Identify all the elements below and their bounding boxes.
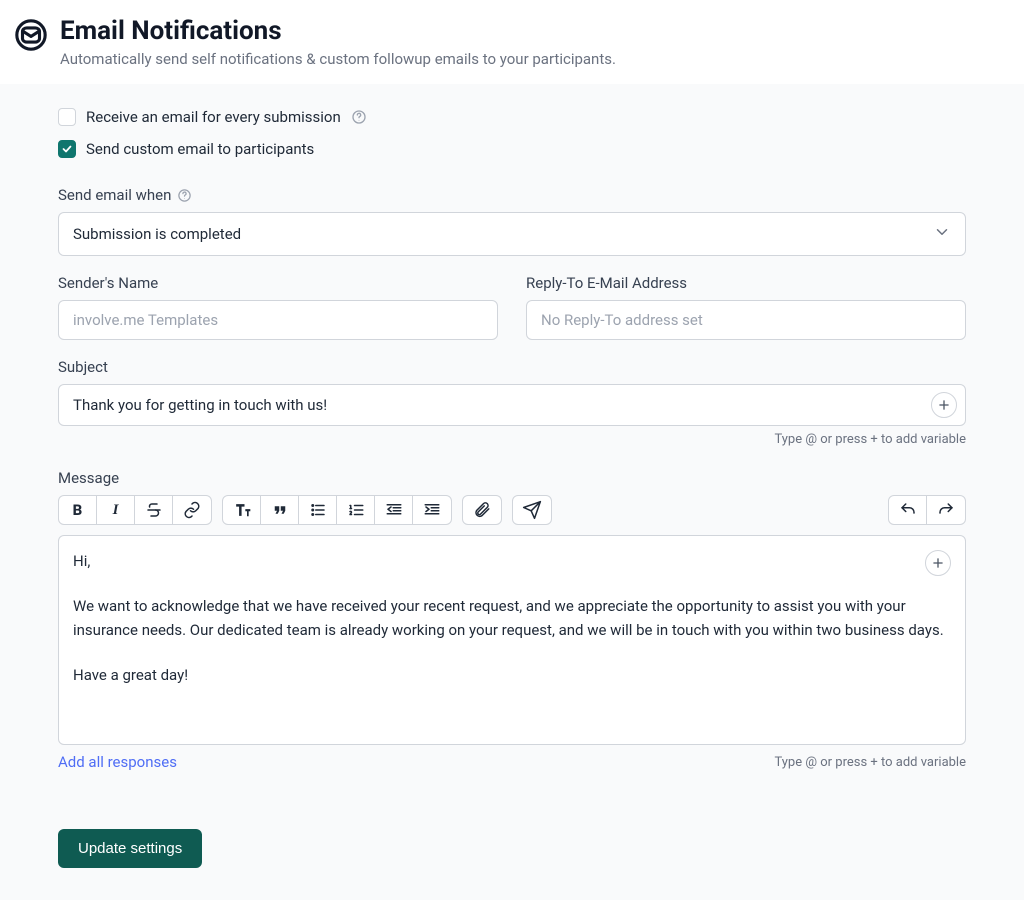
page-subtitle: Automatically send self notifications & … <box>60 50 616 68</box>
undo-button[interactable] <box>889 496 927 524</box>
subject-hint: Type @ or press + to add variable <box>58 432 966 447</box>
message-line: Hi, <box>73 550 951 573</box>
message-line: We want to acknowledge that we have rece… <box>73 595 951 642</box>
editor-toolbar: B I <box>58 495 966 525</box>
form-area: Receive an email for every submission Se… <box>0 84 1024 900</box>
attachment-button[interactable] <box>463 496 501 524</box>
chevron-down-icon <box>933 223 951 245</box>
outdent-button[interactable] <box>375 496 413 524</box>
send-when-value: Submission is completed <box>73 225 241 243</box>
reply-to-label: Reply-To E-Mail Address <box>526 274 966 292</box>
send-when-select[interactable]: Submission is completed <box>58 212 966 256</box>
text-size-button[interactable] <box>223 496 261 524</box>
message-label: Message <box>58 469 966 487</box>
bullet-list-button[interactable] <box>299 496 337 524</box>
reply-to-input[interactable]: No Reply-To address set <box>526 300 966 340</box>
page-header: Email Notifications Automatically send s… <box>0 0 1024 84</box>
bold-button[interactable]: B <box>59 496 97 524</box>
help-icon[interactable] <box>177 188 192 203</box>
italic-button[interactable]: I <box>97 496 135 524</box>
mail-icon <box>14 18 48 56</box>
redo-button[interactable] <box>927 496 965 524</box>
send-test-button[interactable] <box>513 496 551 524</box>
add-variable-button[interactable] <box>931 392 957 418</box>
subject-value: Thank you for getting in touch with us! <box>73 396 931 414</box>
message-line: Have a great day! <box>73 664 951 687</box>
link-button[interactable] <box>173 496 211 524</box>
add-all-responses-link[interactable]: Add all responses <box>58 753 177 771</box>
quote-button[interactable] <box>261 496 299 524</box>
subject-input[interactable]: Thank you for getting in touch with us! <box>58 384 966 426</box>
help-icon[interactable] <box>351 109 367 125</box>
message-hint: Type @ or press + to add variable <box>774 755 966 770</box>
update-settings-button[interactable]: Update settings <box>58 829 202 868</box>
message-editor[interactable]: Hi, We want to acknowledge that we have … <box>58 535 966 745</box>
sender-name-input[interactable]: involve.me Templates <box>58 300 498 340</box>
add-variable-button[interactable] <box>925 550 951 576</box>
receive-email-label: Receive an email for every submission <box>86 108 341 126</box>
sender-name-label: Sender's Name <box>58 274 498 292</box>
strikethrough-button[interactable] <box>135 496 173 524</box>
page-title: Email Notifications <box>60 16 616 46</box>
subject-label: Subject <box>58 358 966 376</box>
custom-email-label: Send custom email to participants <box>86 140 314 158</box>
ordered-list-button[interactable] <box>337 496 375 524</box>
indent-button[interactable] <box>413 496 451 524</box>
custom-email-checkbox[interactable] <box>58 140 76 158</box>
send-when-label: Send email when <box>58 186 171 204</box>
receive-email-checkbox[interactable] <box>58 108 76 126</box>
